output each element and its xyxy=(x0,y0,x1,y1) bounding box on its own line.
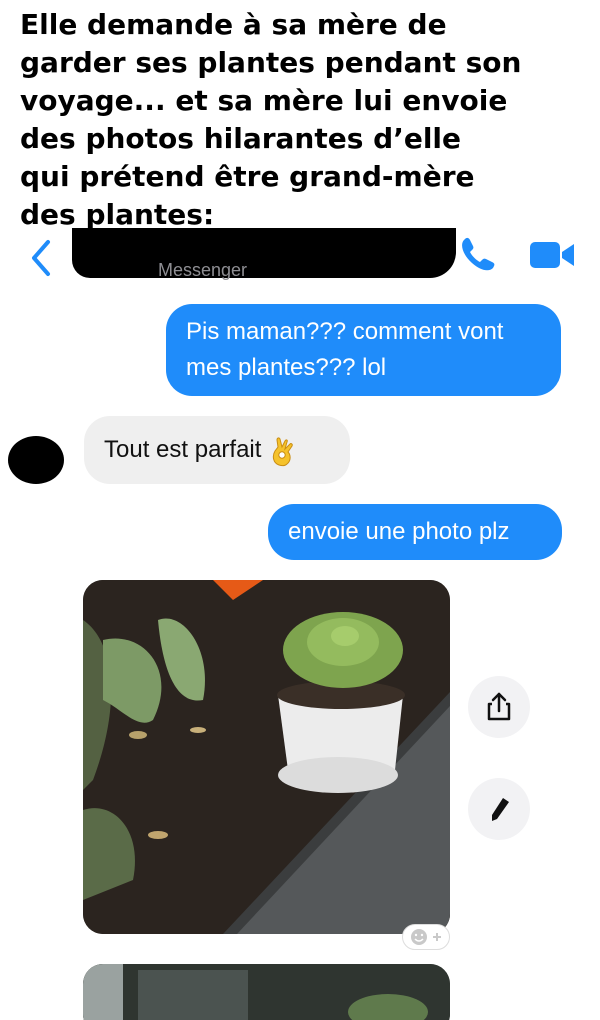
message-line: mes plantes??? lol xyxy=(186,354,387,381)
photo-attachment[interactable] xyxy=(83,580,450,934)
chevron-left-icon[interactable] xyxy=(28,238,54,278)
redacted-contact-name xyxy=(72,228,456,278)
video-camera-icon[interactable] xyxy=(528,240,578,270)
message-text: Tout est parfait xyxy=(104,436,262,463)
photo-attachment[interactable] xyxy=(83,964,450,1020)
caption-line: qui prétend être grand-mère xyxy=(20,160,475,193)
meme-caption: Elle demande à sa mère de garder ses pla… xyxy=(20,6,590,234)
message-text: envoie une photo plz xyxy=(288,518,510,545)
caption-line: Elle demande à sa mère de xyxy=(20,8,447,41)
ok-hand-icon xyxy=(273,437,294,466)
share-button[interactable] xyxy=(468,676,530,738)
outgoing-message-bubble[interactable]: Pis maman??? comment vont mes plantes???… xyxy=(166,304,561,396)
incoming-message-bubble[interactable]: Tout est parfait xyxy=(84,416,350,484)
message-line: Pis maman??? comment vont xyxy=(186,318,504,345)
second-photo-image xyxy=(83,964,450,1020)
app-name: Messenger xyxy=(158,260,248,280)
redacted-avatar xyxy=(8,436,64,484)
pencil-icon xyxy=(492,798,509,821)
caption-line: des photos hilarantes d’elle xyxy=(20,122,461,155)
caption-line: garder ses plantes pendant son xyxy=(20,46,522,79)
phone-icon[interactable] xyxy=(458,236,498,274)
outgoing-message-bubble[interactable]: envoie une photo plz xyxy=(268,504,562,560)
share-icon xyxy=(487,692,511,721)
add-reaction-icon xyxy=(411,929,441,945)
plant-photo-image xyxy=(83,580,450,934)
add-reaction-button[interactable] xyxy=(402,924,450,950)
caption-line: voyage... et sa mère lui envoie xyxy=(20,84,508,117)
edit-button[interactable] xyxy=(468,778,530,840)
